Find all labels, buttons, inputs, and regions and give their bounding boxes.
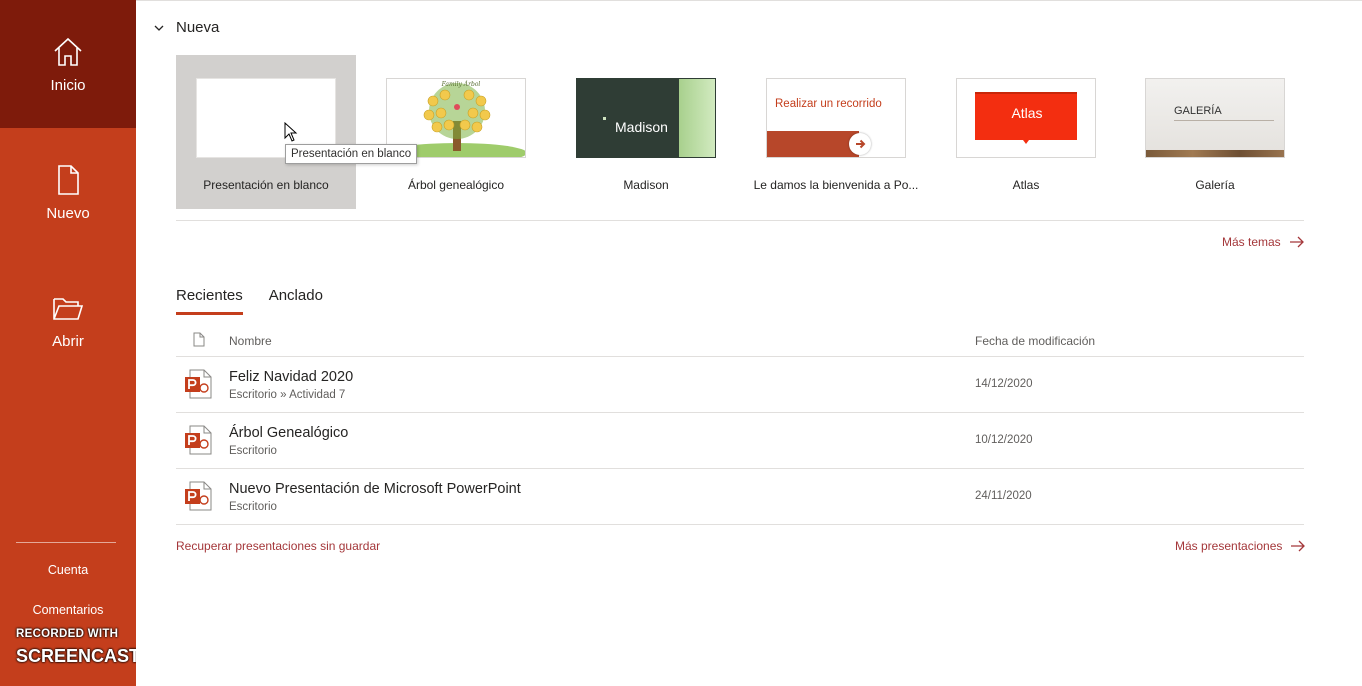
file-type-icon: [193, 332, 205, 347]
file-name: Nuevo Presentación de Microsoft PowerPoi…: [229, 481, 521, 497]
template-label: Madison: [623, 178, 669, 192]
file-name: Árbol Genealógico: [229, 425, 349, 441]
chevron-down-icon: [154, 25, 164, 31]
nav-label: Inicio: [50, 76, 86, 94]
arrow-right-icon: [1291, 540, 1306, 552]
nav-item-inicio[interactable]: Inicio: [0, 0, 136, 128]
template-gallery[interactable]: GALERÍA Galería: [1125, 55, 1305, 209]
arrow-right-icon: [1289, 236, 1304, 248]
powerpoint-file-icon: [185, 369, 212, 399]
account-link[interactable]: Cuenta: [0, 563, 136, 577]
sidebar: Inicio Nuevo Abrir Cuenta Comentarios: [0, 0, 136, 686]
template-thumbnail: GALERÍA: [1145, 78, 1285, 158]
open-folder-icon: [53, 297, 84, 320]
mouse-cursor-icon: [284, 122, 298, 142]
template-label: Árbol genealógico: [407, 178, 505, 192]
home-icon: [54, 37, 82, 66]
feedback-link[interactable]: Comentarios: [0, 603, 136, 617]
column-name[interactable]: Nombre: [229, 334, 272, 348]
more-presentations-link[interactable]: Más presentaciones: [1175, 539, 1306, 553]
more-themes-link[interactable]: Más temas: [1222, 235, 1305, 249]
recover-unsaved-label: Recuperar presentaciones sin guardar: [176, 539, 381, 553]
template-welcome[interactable]: Realizar un recorrido Le damos la bienve…: [746, 55, 926, 209]
recent-tabs: Recientes Anclado: [176, 287, 349, 315]
nav-item-nuevo[interactable]: Nuevo: [0, 128, 136, 256]
thumb-text: Atlas: [1011, 105, 1043, 121]
file-path: Escritorio: [229, 445, 277, 457]
template-label: Atlas: [1012, 178, 1040, 192]
file-name: Feliz Navidad 2020: [229, 369, 354, 385]
more-themes-label: Más temas: [1222, 235, 1281, 249]
template-label: Galería: [1195, 178, 1235, 192]
template-thumbnail: Atlas: [956, 78, 1096, 158]
new-document-icon: [58, 164, 79, 195]
arrow-right-icon: [849, 133, 871, 155]
column-date[interactable]: Fecha de modificación: [975, 334, 1095, 348]
sidebar-divider: [16, 542, 116, 543]
template-thumbnail: Realizar un recorrido: [766, 78, 906, 158]
template-thumbnail: Madison: [576, 78, 716, 158]
template-family-tree[interactable]: Family Árbol Árbol genealógico: [366, 55, 546, 209]
thumb-text: Madison: [615, 119, 668, 135]
nav-label: Nuevo: [46, 204, 90, 222]
powerpoint-file-icon: [185, 425, 212, 455]
new-section-header[interactable]: Nueva: [154, 19, 219, 36]
file-list-header: Nombre Fecha de modificación: [176, 331, 1304, 357]
template-label: Le damos la bienvenida a Po...: [753, 178, 919, 192]
template-madison[interactable]: Madison Madison: [556, 55, 736, 209]
file-date: 10/12/2020: [975, 434, 1033, 446]
powerpoint-file-icon: [185, 481, 212, 511]
template-blank[interactable]: Presentación en blanco: [176, 55, 356, 209]
nav-label: Abrir: [52, 332, 84, 350]
tab-anclado[interactable]: Anclado: [269, 287, 323, 315]
more-presentations-label: Más presentaciones: [1175, 539, 1283, 553]
thumb-text: Family Árbol: [441, 81, 481, 88]
template-tooltip: Presentación en blanco: [285, 144, 418, 164]
section-divider: [176, 220, 1304, 221]
thumb-text: Realizar un recorrido: [775, 98, 882, 110]
file-path: Escritorio: [229, 501, 277, 513]
file-row[interactable]: Nuevo Presentación de Microsoft PowerPoi…: [176, 469, 1304, 525]
file-row[interactable]: Árbol Genealógico Escritorio 10/12/2020: [176, 413, 1304, 469]
nav-item-abrir[interactable]: Abrir: [0, 256, 136, 384]
file-date: 14/12/2020: [975, 378, 1033, 390]
file-date: 24/11/2020: [975, 490, 1032, 502]
template-label: Presentación en blanco: [203, 178, 329, 192]
recover-unsaved-link[interactable]: Recuperar presentaciones sin guardar: [176, 539, 380, 553]
main-content: Nueva Presentación en blanco Family Árbo…: [136, 0, 1362, 686]
new-section-title: Nueva: [176, 19, 220, 36]
tab-recientes[interactable]: Recientes: [176, 287, 243, 315]
thumb-text: GALERÍA: [1174, 105, 1222, 117]
file-row[interactable]: Feliz Navidad 2020 Escritorio » Activida…: [176, 357, 1304, 413]
file-path: Escritorio » Actividad 7: [229, 389, 346, 401]
template-atlas[interactable]: Atlas Atlas: [936, 55, 1116, 209]
